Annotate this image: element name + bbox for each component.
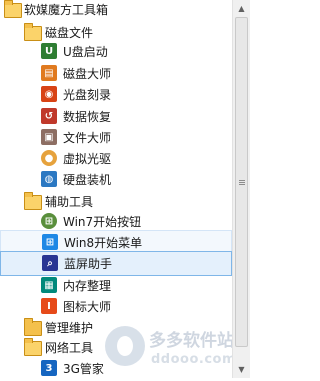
scroll-grip-icon: [239, 180, 245, 181]
win7-icon: ⊞: [41, 213, 57, 229]
tree-item-label: 虚拟光驱: [63, 152, 112, 166]
disc-icon: ●: [41, 150, 57, 166]
disk-icon: ▤: [41, 65, 57, 81]
tree-item-label: 图标大师: [63, 300, 112, 314]
folder-icon: [24, 318, 42, 336]
magnifier-icon: ⌕: [42, 255, 58, 271]
scroll-down-button[interactable]: ▼: [233, 361, 250, 378]
folder-label: 辅助工具: [45, 195, 94, 209]
tree-item-label: U盘启动: [63, 45, 108, 59]
tree-item-3g-manager[interactable]: 3 3G管家: [0, 356, 232, 381]
tree-item-label: Win8开始菜单: [64, 236, 143, 250]
vertical-scrollbar[interactable]: ▲ ▼: [232, 0, 250, 378]
folder-label: 网络工具: [45, 341, 94, 355]
folder-label: 管理维护: [45, 321, 94, 335]
g3-icon: 3: [41, 360, 57, 376]
flame-icon: ◉: [41, 86, 57, 102]
recovery-icon: ↺: [41, 108, 57, 124]
tool-tree: 软媒魔方工具箱 磁盘文件 U U盘启动 ▤ 磁盘大师 ◉ 光盘刻录 ↺ 数据恢复…: [0, 0, 232, 378]
tree-root-toolbox[interactable]: 软媒魔方工具箱: [0, 0, 232, 22]
tree-root-label: 软媒魔方工具箱: [24, 3, 109, 17]
folder-open-icon: [4, 0, 22, 18]
tree-item-label: 文件大师: [63, 131, 112, 145]
scroll-thumb[interactable]: [235, 17, 248, 347]
tree-item-label: 数据恢复: [63, 110, 112, 124]
file-icon: ▣: [41, 129, 57, 145]
install-icon: ◍: [41, 171, 57, 187]
tree-item-label: 3G管家: [63, 362, 104, 376]
usb-icon: U: [41, 43, 57, 59]
tree-item-label: 光盘刻录: [63, 88, 112, 102]
memory-icon: ▦: [41, 277, 57, 293]
tree-item-label: 蓝屏助手: [64, 257, 113, 271]
tree-item-label: 磁盘大师: [63, 67, 112, 81]
tree-item-label: 内存整理: [63, 279, 112, 293]
tree-item-label: 硬盘装机: [63, 173, 112, 187]
folder-open-icon: [24, 192, 42, 210]
icon-master-icon: I: [41, 298, 57, 314]
win8-icon: ⊞: [42, 234, 58, 250]
scroll-up-button[interactable]: ▲: [233, 0, 250, 17]
folder-open-icon: [24, 338, 42, 356]
tree-item-label: Win7开始按钮: [63, 215, 142, 229]
